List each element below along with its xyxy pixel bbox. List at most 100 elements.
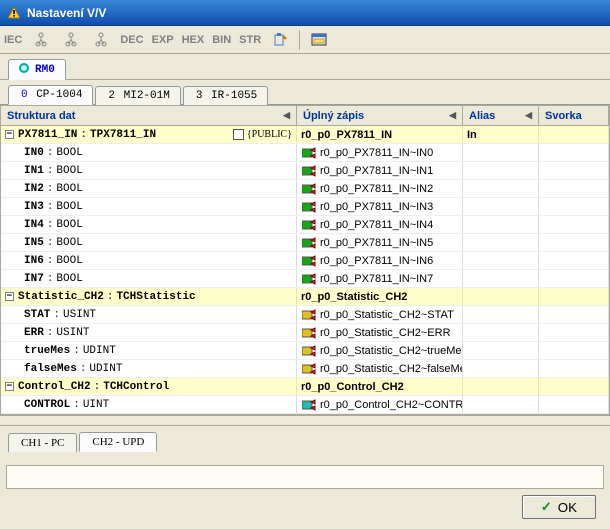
screen-icon[interactable] [308,30,330,50]
cell-alias[interactable] [463,180,539,197]
cell-svorka[interactable] [539,198,609,215]
cell-svorka[interactable] [539,288,609,305]
cell-alias[interactable] [463,324,539,341]
data-row[interactable]: STAT:USINTr0_p0_Statistic_CH2~STAT [1,306,609,324]
cell-svorka[interactable] [539,180,609,197]
col-header-zapis[interactable]: Úplný zápis◀ [297,106,463,125]
data-row[interactable]: ERR:USINTr0_p0_Statistic_CH2~ERR [1,324,609,342]
cell-svorka[interactable] [539,144,609,161]
cell-struktura: STAT:USINT [1,306,297,323]
io-icon [301,362,317,376]
cell-svorka[interactable] [539,396,609,413]
data-row[interactable]: IN4:BOOLr0_p0_PX7811_IN~IN4 [1,216,609,234]
hex-button[interactable]: HEX [182,34,205,46]
collapse-icon[interactable]: − [5,292,14,301]
cell-zapis: r0_p0_Statistic_CH2~trueMes [297,342,463,359]
data-row[interactable]: CONTROL:UINTr0_p0_Control_CH2~CONTROL [1,396,609,414]
io-icon [301,146,317,160]
cell-struktura: IN0:BOOL [1,144,297,161]
cell-alias[interactable] [463,396,539,413]
data-row[interactable]: falseMes:UDINTr0_p0_Statistic_CH2~falseM… [1,360,609,378]
cell-svorka[interactable] [539,378,609,395]
cell-zapis: r0_p0_Control_CH2~CONTROL [297,396,463,413]
grid-footer-spacer [0,415,610,425]
cell-alias[interactable] [463,378,539,395]
col-header-alias[interactable]: Alias◀ [463,106,539,125]
group-row[interactable]: −Statistic_CH2:TCHStatisticr0_p0_Statist… [1,288,609,306]
cell-svorka[interactable] [539,252,609,269]
public-checkbox[interactable]: {PUBLIC} [233,129,292,140]
cell-alias[interactable] [463,216,539,233]
cell-struktura: IN1:BOOL [1,162,297,179]
data-row[interactable]: IN3:BOOLr0_p0_PX7811_IN~IN3 [1,198,609,216]
data-row[interactable]: IN1:BOOLr0_p0_PX7811_IN~IN1 [1,162,609,180]
tool-icon-1[interactable] [269,30,291,50]
cell-alias[interactable] [463,198,539,215]
node-icon-1[interactable] [30,30,52,50]
cell-alias[interactable] [463,342,539,359]
exp-button[interactable]: EXP [152,34,174,46]
io-icon [301,182,317,196]
cell-zapis: r0_p0_PX7811_IN~IN3 [297,198,463,215]
cell-alias[interactable] [463,306,539,323]
cell-alias[interactable] [463,162,539,179]
cell-alias[interactable] [463,252,539,269]
cell-struktura: −Statistic_CH2:TCHStatistic [1,288,297,305]
iec-button[interactable]: IEC [4,34,22,46]
node-icon-3[interactable] [90,30,112,50]
collapse-icon[interactable]: − [5,130,14,139]
check-icon: ✓ [541,499,552,515]
cell-svorka[interactable] [539,126,609,143]
data-row[interactable]: IN2:BOOLr0_p0_PX7811_IN~IN2 [1,180,609,198]
data-row[interactable]: IN0:BOOLr0_p0_PX7811_IN~IN0 [1,144,609,162]
node-icon-2[interactable] [60,30,82,50]
data-row[interactable]: IN6:BOOLr0_p0_PX7811_IN~IN6 [1,252,609,270]
collapse-icon[interactable]: − [5,382,14,391]
cell-alias[interactable] [463,360,539,377]
cell-zapis: r0_p0_PX7811_IN~IN0 [297,144,463,161]
module-tab[interactable]: 0 CP-1004 [8,85,93,105]
module-tabs: 0 CP-10042 MI2-01M3 IR-1055 [0,80,610,105]
cell-alias[interactable] [463,288,539,305]
cell-svorka[interactable] [539,324,609,341]
module-tab[interactable]: 2 MI2-01M [95,86,180,105]
cell-zapis: r0_p0_Control_CH2 [297,378,463,395]
col-header-svorka[interactable]: Svorka [539,106,609,125]
data-row[interactable]: IN7:BOOLr0_p0_PX7811_IN~IN7 [1,270,609,288]
col-header-struktura[interactable]: Struktura dat◀ [1,106,297,125]
io-icon [301,164,317,178]
cell-svorka[interactable] [539,270,609,287]
channel-tab[interactable]: CH1 - PC [8,433,77,452]
cell-svorka[interactable] [539,342,609,359]
warning-icon [6,5,22,21]
group-row[interactable]: −Control_CH2:TCHControlr0_p0_Control_CH2 [1,378,609,396]
data-row[interactable]: trueMes:UDINTr0_p0_Statistic_CH2~trueMes [1,342,609,360]
rack-tab[interactable]: RM0 [8,59,66,80]
cell-svorka[interactable] [539,306,609,323]
cell-svorka[interactable] [539,216,609,233]
cell-svorka[interactable] [539,234,609,251]
bin-button[interactable]: BIN [212,34,231,46]
data-grid: Struktura dat◀ Úplný zápis◀ Alias◀ Svork… [0,105,610,415]
io-icon [301,218,317,232]
dec-button[interactable]: DEC [120,34,143,46]
cell-alias[interactable] [463,234,539,251]
cell-svorka[interactable] [539,360,609,377]
sort-arrow-icon: ◀ [283,110,290,121]
cell-alias[interactable]: In [463,126,539,143]
cell-alias[interactable] [463,144,539,161]
ok-button[interactable]: ✓ OK [522,495,596,519]
io-icon [301,236,317,250]
module-tab[interactable]: 3 IR-1055 [183,86,268,105]
rack-icon [19,63,29,73]
channel-tab[interactable]: CH2 - UPD [79,432,157,452]
cell-zapis: r0_p0_PX7811_IN~IN1 [297,162,463,179]
group-row[interactable]: −PX7811_IN:TPX7811_IN{PUBLIC}r0_p0_PX781… [1,126,609,144]
data-row[interactable]: IN5:BOOLr0_p0_PX7811_IN~IN5 [1,234,609,252]
cell-zapis: r0_p0_PX7811_IN~IN7 [297,270,463,287]
io-icon [301,200,317,214]
cell-alias[interactable] [463,270,539,287]
channel-tabs: CH1 - PCCH2 - UPD [0,425,610,455]
str-button[interactable]: STR [239,34,261,46]
cell-svorka[interactable] [539,162,609,179]
